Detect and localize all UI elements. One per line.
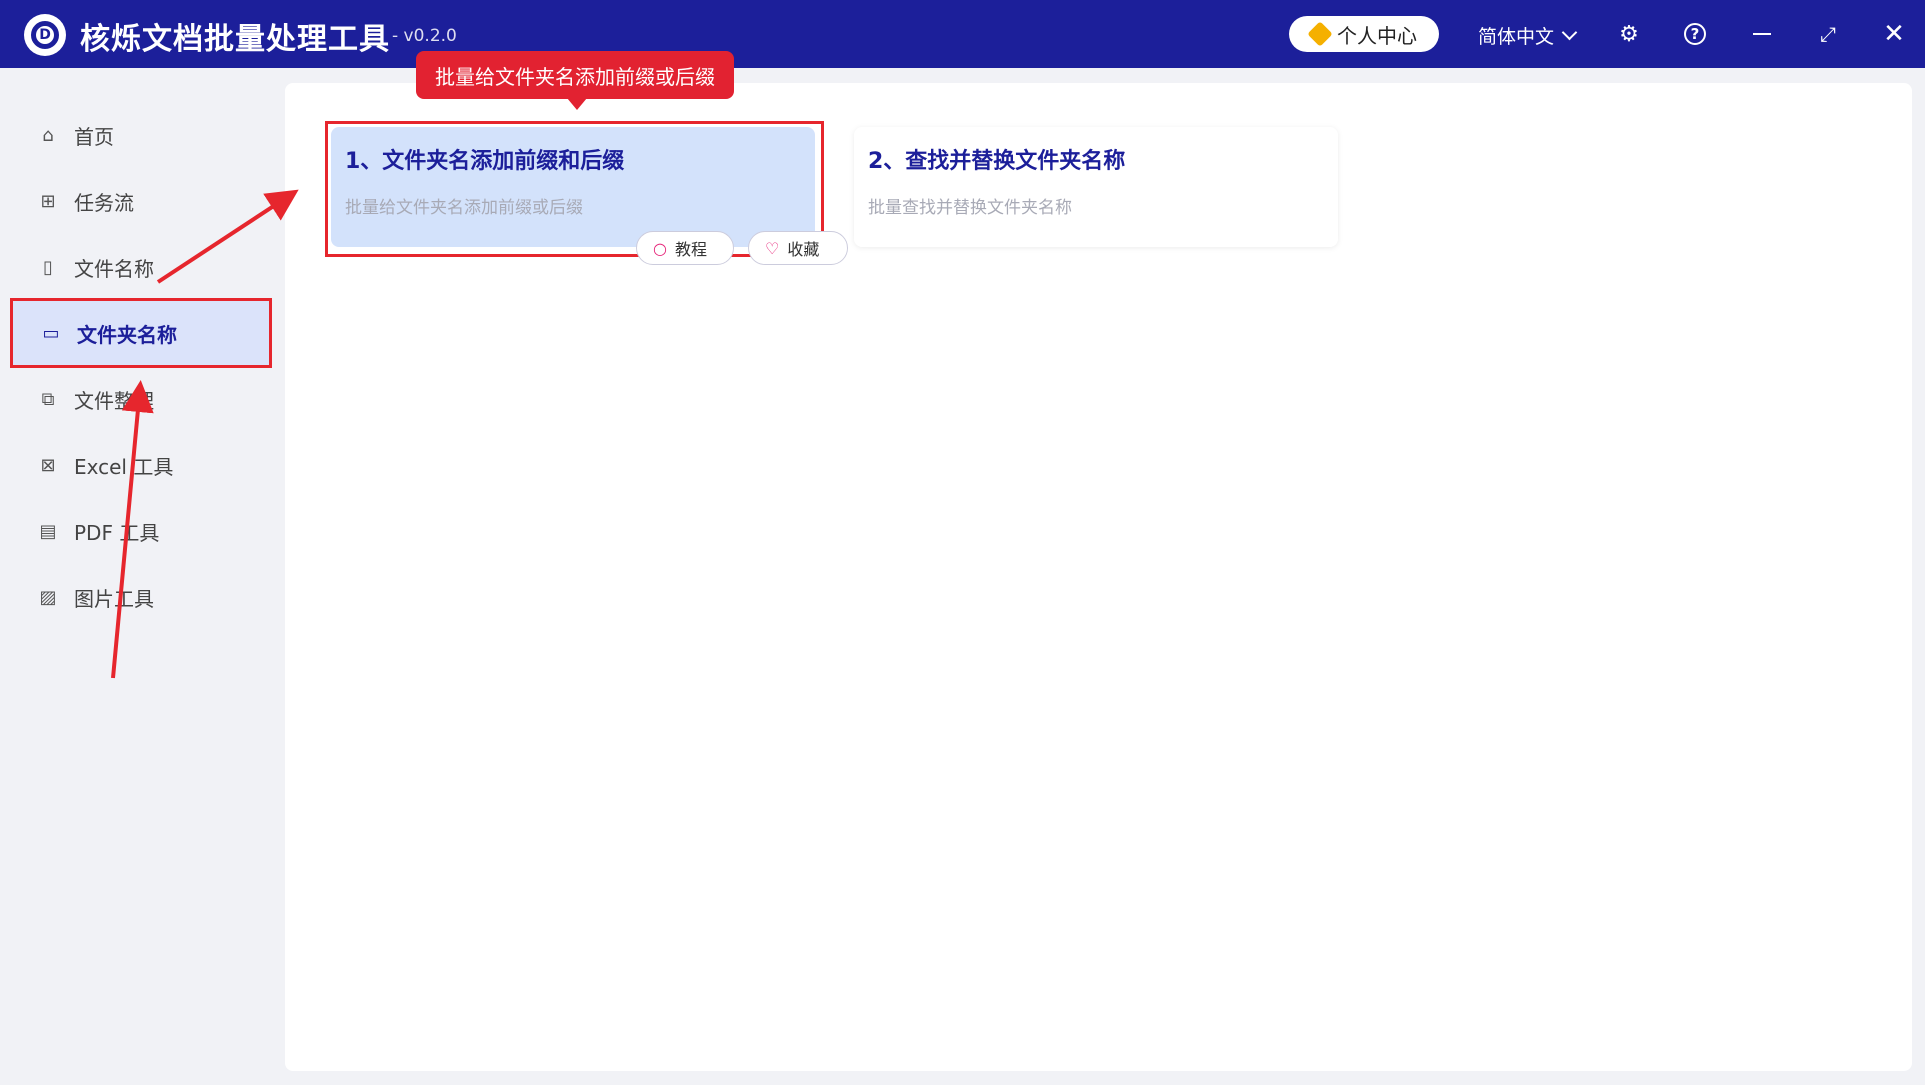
- sidebar-item-label: 任务流: [74, 190, 134, 215]
- tooltip: 批量给文件夹名添加前缀或后缀: [416, 51, 734, 99]
- sidebar-item-label: Excel 工具: [74, 454, 174, 479]
- language-select[interactable]: 简体中文: [1478, 22, 1578, 49]
- sidebar-item-label: 文件名称: [74, 256, 154, 281]
- app-title: 核烁文档批量处理工具: [80, 22, 390, 57]
- diamond-icon: [1307, 21, 1333, 47]
- maximize-icon[interactable]: ⤢: [1814, 20, 1842, 48]
- sidebar-item-image[interactable]: ▨ 图片工具: [14, 567, 269, 627]
- app-version: - v0.2.0: [392, 26, 457, 46]
- user-center-label: 个人中心: [1337, 23, 1417, 48]
- excel-icon: ⊠: [40, 454, 56, 476]
- sidebar-item-folder-name[interactable]: ▭ 文件夹名称: [10, 298, 272, 368]
- image-icon: ▨: [39, 586, 57, 608]
- organize-icon: ⧉: [41, 388, 55, 410]
- close-icon[interactable]: ✕: [1880, 19, 1908, 49]
- pdf-icon: ▤: [39, 520, 57, 542]
- card-description: 批量查找并替换文件夹名称: [868, 198, 1072, 218]
- help-icon[interactable]: ?: [1681, 20, 1709, 48]
- settings-gear-icon[interactable]: ⚙: [1615, 20, 1643, 48]
- favorite-label: 收藏: [787, 240, 820, 259]
- title-bar: D 核烁文档批量处理工具 - v0.2.0 个人中心 简体中文 ⚙ ? ⤢ ✕: [0, 0, 1925, 68]
- app-logo: D: [24, 14, 66, 56]
- user-center-button[interactable]: 个人中心: [1289, 16, 1439, 52]
- sidebar-item-workflow[interactable]: ⊞ 任务流: [14, 171, 269, 231]
- tutorial-button[interactable]: ○ 教程: [636, 231, 734, 265]
- card-find-replace[interactable]: 2、查找并替换文件夹名称 批量查找并替换文件夹名称: [854, 127, 1338, 247]
- tutorial-label: 教程: [674, 240, 707, 259]
- sidebar-item-label: 首页: [74, 124, 114, 149]
- sidebar-item-label: PDF 工具: [74, 520, 160, 545]
- chevron-down-icon: [1561, 24, 1578, 41]
- sidebar-item-label: 图片工具: [74, 586, 154, 611]
- folder-icon: ▭: [42, 322, 60, 344]
- card-title: 2、查找并替换文件夹名称: [868, 149, 1126, 174]
- logo-d-icon: D: [31, 21, 59, 49]
- highlight-box: [325, 121, 824, 257]
- favorite-button[interactable]: ♡ 收藏: [748, 231, 848, 265]
- file-name-icon: ▯: [43, 256, 53, 278]
- tooltip-tail: [567, 98, 587, 110]
- heart-icon: ♡: [765, 238, 780, 258]
- sidebar-item-label: 文件夹名称: [77, 322, 177, 347]
- home-icon: ⌂: [42, 124, 54, 146]
- minimize-icon[interactable]: [1748, 20, 1776, 48]
- lightbulb-icon: ○: [653, 238, 667, 258]
- sidebar-item-excel[interactable]: ⊠ Excel 工具: [14, 435, 269, 495]
- sidebar-item-home[interactable]: ⌂ 首页: [14, 105, 269, 165]
- sidebar-item-organize[interactable]: ⧉ 文件整理: [14, 369, 269, 429]
- sidebar-item-label: 文件整理: [74, 388, 154, 413]
- sidebar-item-file-name[interactable]: ▯ 文件名称: [14, 237, 269, 297]
- language-label: 简体中文: [1478, 26, 1555, 48]
- sidebar-item-pdf[interactable]: ▤ PDF 工具: [14, 501, 269, 561]
- workflow-icon: ⊞: [40, 190, 56, 212]
